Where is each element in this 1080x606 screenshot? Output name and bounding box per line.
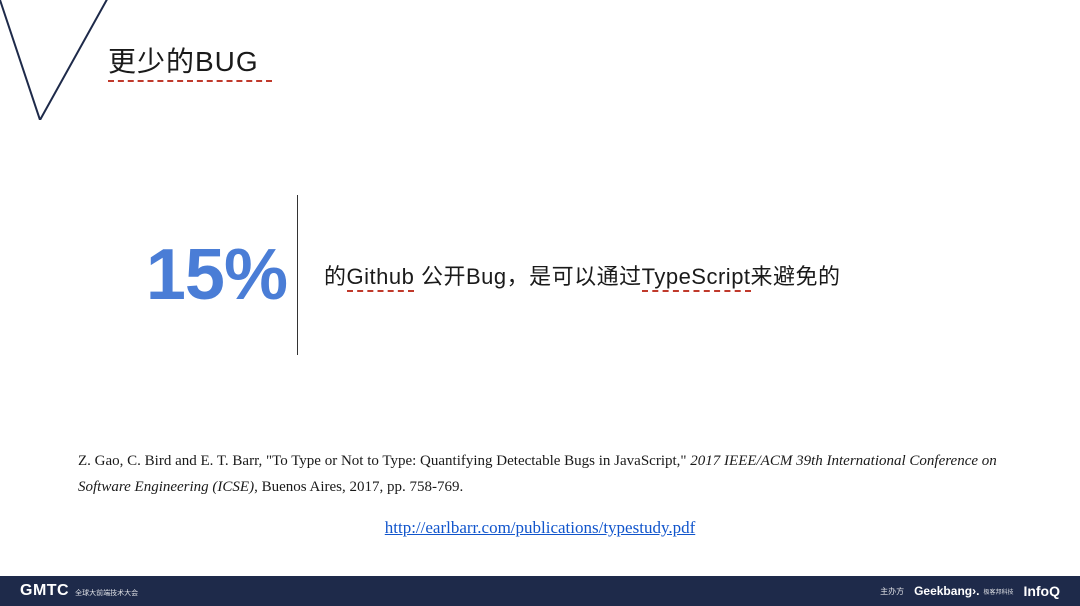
stat-word-typescript: TypeScript — [642, 264, 751, 292]
stat-desc-prefix: 的 — [324, 264, 347, 289]
citation-link-row: http://earlbarr.com/publications/typestu… — [0, 518, 1080, 538]
citation-rest: , Buenos Aires, 2017, pp. 758-769. — [254, 479, 463, 495]
stat-word-github: Github — [347, 264, 415, 292]
citation-block: Z. Gao, C. Bird and E. T. Barr, "To Type… — [78, 448, 1002, 501]
footer-brand-geekbang: Geekbang›. — [914, 584, 979, 598]
footer-logo-sub: 全球大前端技术大会 — [75, 588, 138, 598]
footer-brand-geekbang-sub: 极客邦科技 — [983, 587, 1013, 596]
footer-left: GMTC 全球大前端技术大会 — [20, 582, 138, 600]
stat-divider — [297, 195, 298, 355]
footer-right: 主办方 Geekbang›. 极客邦科技 InfoQ — [880, 583, 1060, 599]
stat-section: 15% 的Github 公开Bug，是可以通过TypeScript来避免的 — [0, 195, 1080, 355]
stat-percentage: 15% — [0, 234, 287, 316]
footer-host-label: 主办方 — [880, 586, 904, 597]
footer-brand-infoq: InfoQ — [1023, 583, 1060, 599]
slide-title: 更少的BUG — [108, 40, 259, 80]
footer-bar: GMTC 全球大前端技术大会 主办方 Geekbang›. 极客邦科技 Info… — [0, 576, 1080, 606]
citation-authors-title: Z. Gao, C. Bird and E. T. Barr, "To Type… — [78, 453, 690, 469]
stat-desc-suffix: 来避免的 — [751, 264, 841, 289]
title-underline — [108, 80, 272, 82]
citation-link[interactable]: http://earlbarr.com/publications/typestu… — [385, 518, 696, 537]
footer-logo: GMTC — [20, 582, 69, 600]
stat-desc-mid: 公开Bug，是可以通过 — [414, 264, 641, 289]
stat-description: 的Github 公开Bug，是可以通过TypeScript来避免的 — [324, 259, 841, 291]
